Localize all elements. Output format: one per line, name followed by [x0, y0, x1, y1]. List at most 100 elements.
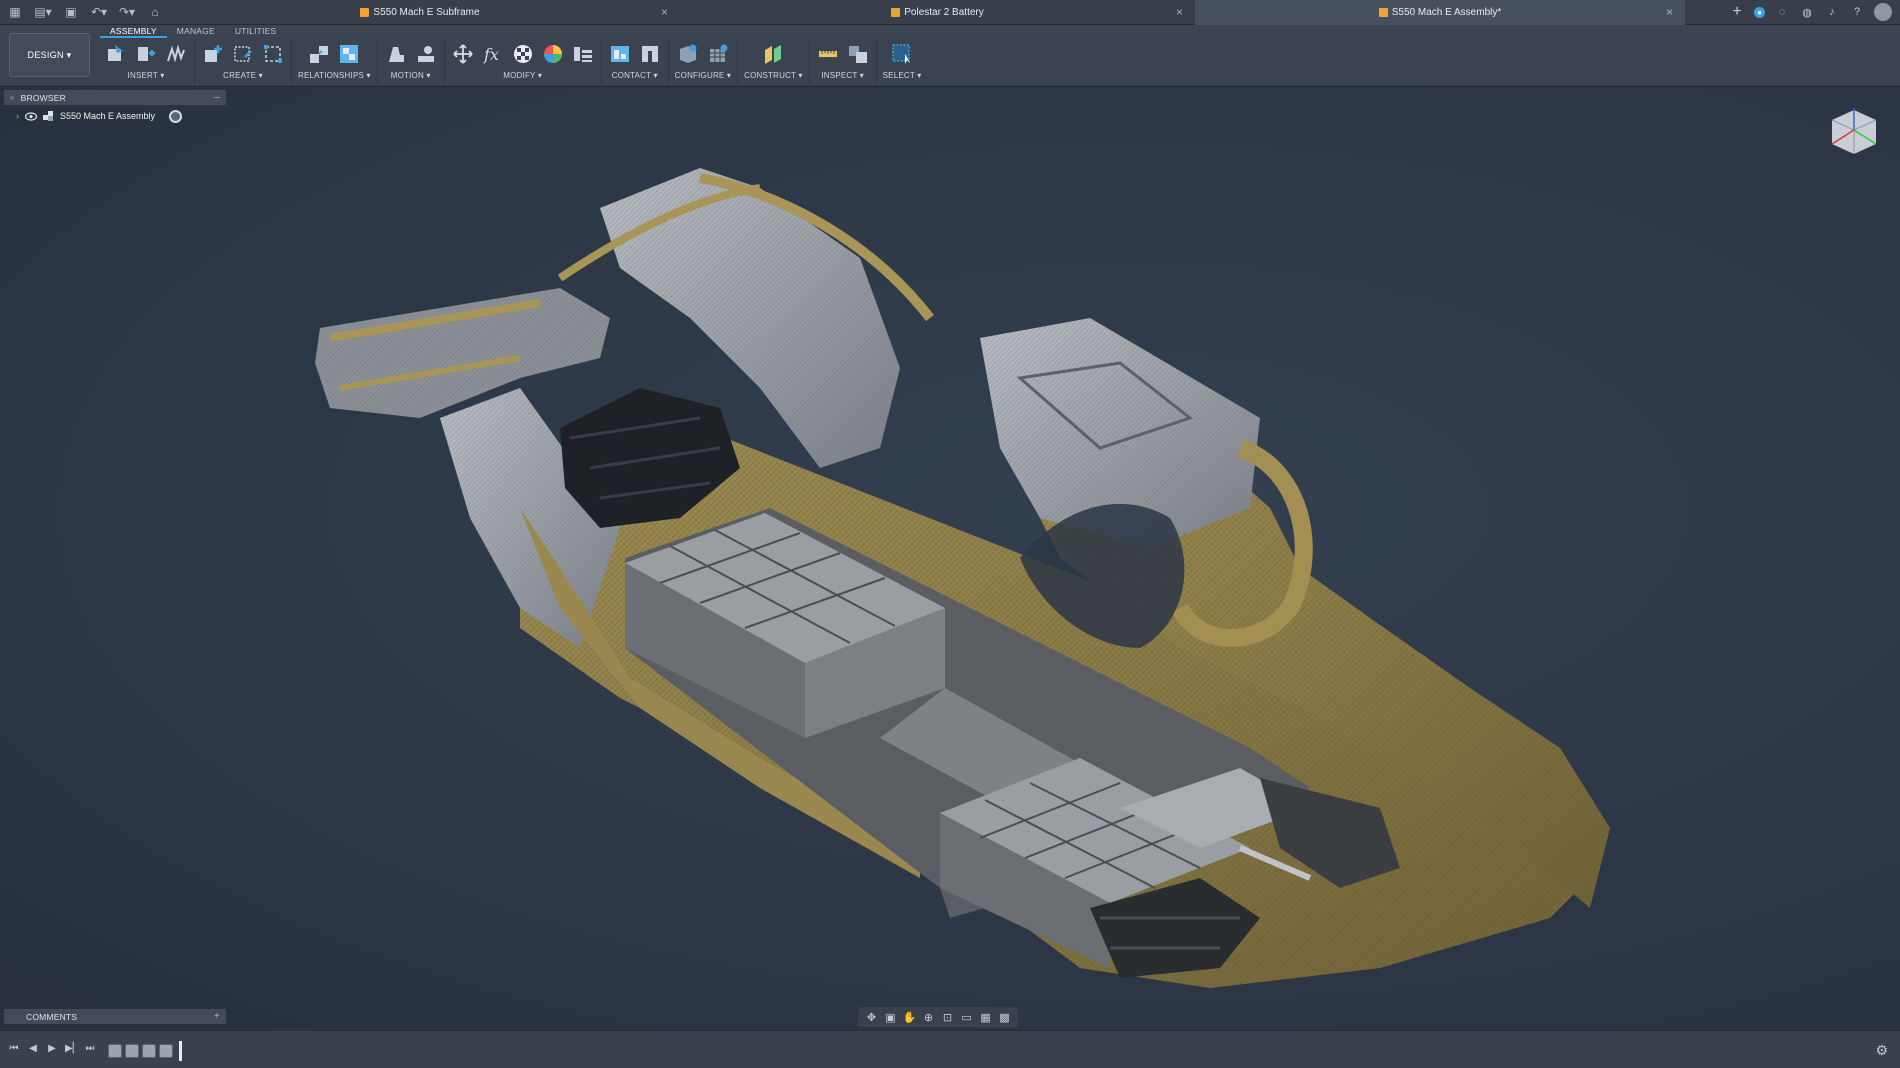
tree-item-root[interactable]: › S550 Mach E Assembly [4, 107, 226, 125]
configure-design-icon[interactable] [676, 42, 700, 66]
redo-icon[interactable]: ↷▾ [116, 3, 138, 21]
expand-arrow-icon[interactable]: › [16, 111, 19, 121]
create-box-icon[interactable] [261, 42, 285, 66]
fit-icon[interactable]: ⊡ [940, 1010, 955, 1024]
undo-icon[interactable]: ↶▾ [88, 3, 110, 21]
drive-joints-icon[interactable] [384, 42, 408, 66]
grid-snap-icon[interactable]: ▦ [978, 1010, 993, 1024]
avatar[interactable] [1874, 3, 1892, 21]
timeline-feature-icon[interactable] [108, 1044, 122, 1058]
go-to-end-icon[interactable]: ⏭ [84, 1043, 96, 1054]
document-tab-assembly[interactable]: S550 Mach E Assembly* × [1195, 0, 1685, 25]
car-body-model[interactable] [0, 88, 1900, 1028]
group-label-configure[interactable]: CONFIGURE [675, 71, 725, 80]
timeline-feature-icon[interactable] [159, 1044, 173, 1058]
activate-target-icon[interactable] [169, 109, 183, 123]
enable-contact-icon[interactable] [638, 42, 662, 66]
group-label-create[interactable]: CREATE [223, 71, 256, 80]
minimize-icon[interactable]: – [214, 92, 220, 103]
configure-table-icon[interactable] [706, 42, 730, 66]
notifications-icon[interactable]: ♪ [1824, 4, 1840, 20]
physical-material-icon[interactable] [511, 42, 535, 66]
pan-icon[interactable]: ✋ [902, 1010, 917, 1024]
browser-header[interactable]: « BROWSER – [4, 90, 226, 105]
save-icon[interactable]: ▣ [60, 3, 82, 21]
comments-title: COMMENTS [26, 1011, 78, 1022]
timeline-feature-icon[interactable] [142, 1044, 156, 1058]
tab-manage[interactable]: MANAGE [167, 25, 225, 38]
manage-materials-icon[interactable] [571, 42, 595, 66]
close-tab-icon[interactable]: × [1176, 5, 1183, 19]
step-forward-icon[interactable]: ▶▏ [65, 1043, 80, 1054]
play-icon[interactable]: ▶ [46, 1043, 58, 1054]
jobs-icon[interactable]: ◌ [1774, 4, 1790, 20]
as-built-joint-icon[interactable] [337, 42, 361, 66]
document-tab-battery[interactable]: Polestar 2 Battery × [680, 0, 1195, 25]
group-select: SELECT ▾ [877, 40, 928, 87]
canvas-viewport[interactable] [0, 88, 1900, 1028]
visibility-eye-icon[interactable] [25, 111, 37, 121]
group-relationships: RELATIONSHIPS ▾ [292, 40, 378, 87]
help-blue-icon[interactable]: ● [1754, 6, 1765, 18]
group-label-contact[interactable]: CONTACT [612, 71, 651, 80]
extensions-icon[interactable]: ◍ [1799, 4, 1815, 20]
ribbon-tabs: ASSEMBLY MANAGE UTILITIES [100, 25, 286, 38]
document-tab-subframe[interactable]: S550 Mach E Subframe × [160, 0, 680, 25]
tab-utilities[interactable]: UTILITIES [225, 25, 286, 38]
help-icon[interactable]: ? [1849, 4, 1865, 20]
look-at-icon[interactable]: ▣ [883, 1010, 898, 1024]
browser-title: BROWSER [20, 92, 66, 103]
timeline-settings-icon[interactable]: ⚙ [1875, 1042, 1888, 1059]
go-to-start-icon[interactable]: ⏮ [8, 1043, 20, 1054]
tab-assembly[interactable]: ASSEMBLY [100, 25, 167, 38]
close-tab-icon[interactable]: × [1666, 5, 1673, 19]
measure-icon[interactable] [816, 42, 840, 66]
document-tab-label: Polestar 2 Battery [904, 7, 984, 18]
select-window-icon[interactable] [890, 42, 914, 66]
ribbon-groups: INSERT ▾ CREATE ▾ RELATIONSHIPS ▾ MOTION… [98, 40, 927, 87]
create-sketch-icon[interactable] [231, 42, 255, 66]
insert-component-icon[interactable] [104, 42, 128, 66]
timeline-features [108, 1041, 182, 1061]
offset-plane-icon[interactable] [761, 42, 785, 66]
group-motion: MOTION ▾ [378, 40, 445, 87]
add-tab-icon[interactable]: + [1729, 3, 1745, 20]
browser-panel: « BROWSER – › S550 Mach E Assembly [4, 90, 226, 125]
appearance-icon[interactable] [541, 42, 565, 66]
group-label-motion[interactable]: MOTION [391, 71, 424, 80]
group-label-modify[interactable]: MODIFY [503, 71, 535, 80]
parameters-fx-icon[interactable]: fx [481, 42, 505, 66]
joint-icon[interactable] [307, 42, 331, 66]
timeline-marker[interactable] [179, 1041, 182, 1061]
new-component-icon[interactable] [201, 42, 225, 66]
collapse-arrow-icon[interactable]: « [10, 93, 15, 102]
fusion-app-window: ▦ ▤▾ ▣ ↶▾ ↷▾ ⌂ S550 Mach E Subframe × Po… [0, 0, 1900, 1068]
group-insert: INSERT ▾ [98, 40, 195, 87]
zoom-icon[interactable]: ⊕ [921, 1010, 936, 1024]
close-tab-icon[interactable]: × [661, 5, 668, 19]
workspace-switcher-button[interactable]: DESIGN ▾ [9, 33, 90, 77]
contact-sets-icon[interactable] [608, 42, 632, 66]
workspace-label: DESIGN [27, 50, 64, 60]
display-settings-icon[interactable]: ▭ [959, 1010, 974, 1024]
motion-link-icon[interactable] [414, 42, 438, 66]
insert-mesh-icon[interactable] [164, 42, 188, 66]
comments-header[interactable]: COMMENTS + [4, 1009, 226, 1024]
viewports-icon[interactable]: ▩ [997, 1010, 1012, 1024]
timeline-feature-icon[interactable] [125, 1044, 139, 1058]
title-bar-right: + ● ◌ ◍ ♪ ? [1729, 3, 1892, 21]
orbit-icon[interactable]: ✥ [864, 1010, 879, 1024]
group-label-inspect[interactable]: INSPECT [821, 71, 857, 80]
add-comment-icon[interactable]: + [214, 1011, 220, 1022]
group-label-select[interactable]: SELECT [883, 71, 915, 80]
viewcube-icon[interactable] [1824, 102, 1882, 160]
app-grid-icon[interactable]: ▦ [4, 3, 26, 21]
interference-icon[interactable] [846, 42, 870, 66]
move-copy-icon[interactable] [451, 42, 475, 66]
step-back-icon[interactable]: ◀ [27, 1043, 39, 1054]
group-label-insert[interactable]: INSERT [128, 71, 158, 80]
insert-derive-icon[interactable] [134, 42, 158, 66]
group-label-construct[interactable]: CONSTRUCT [744, 71, 796, 80]
file-menu-icon[interactable]: ▤▾ [32, 3, 54, 21]
group-label-relationships[interactable]: RELATIONSHIPS [298, 71, 364, 80]
